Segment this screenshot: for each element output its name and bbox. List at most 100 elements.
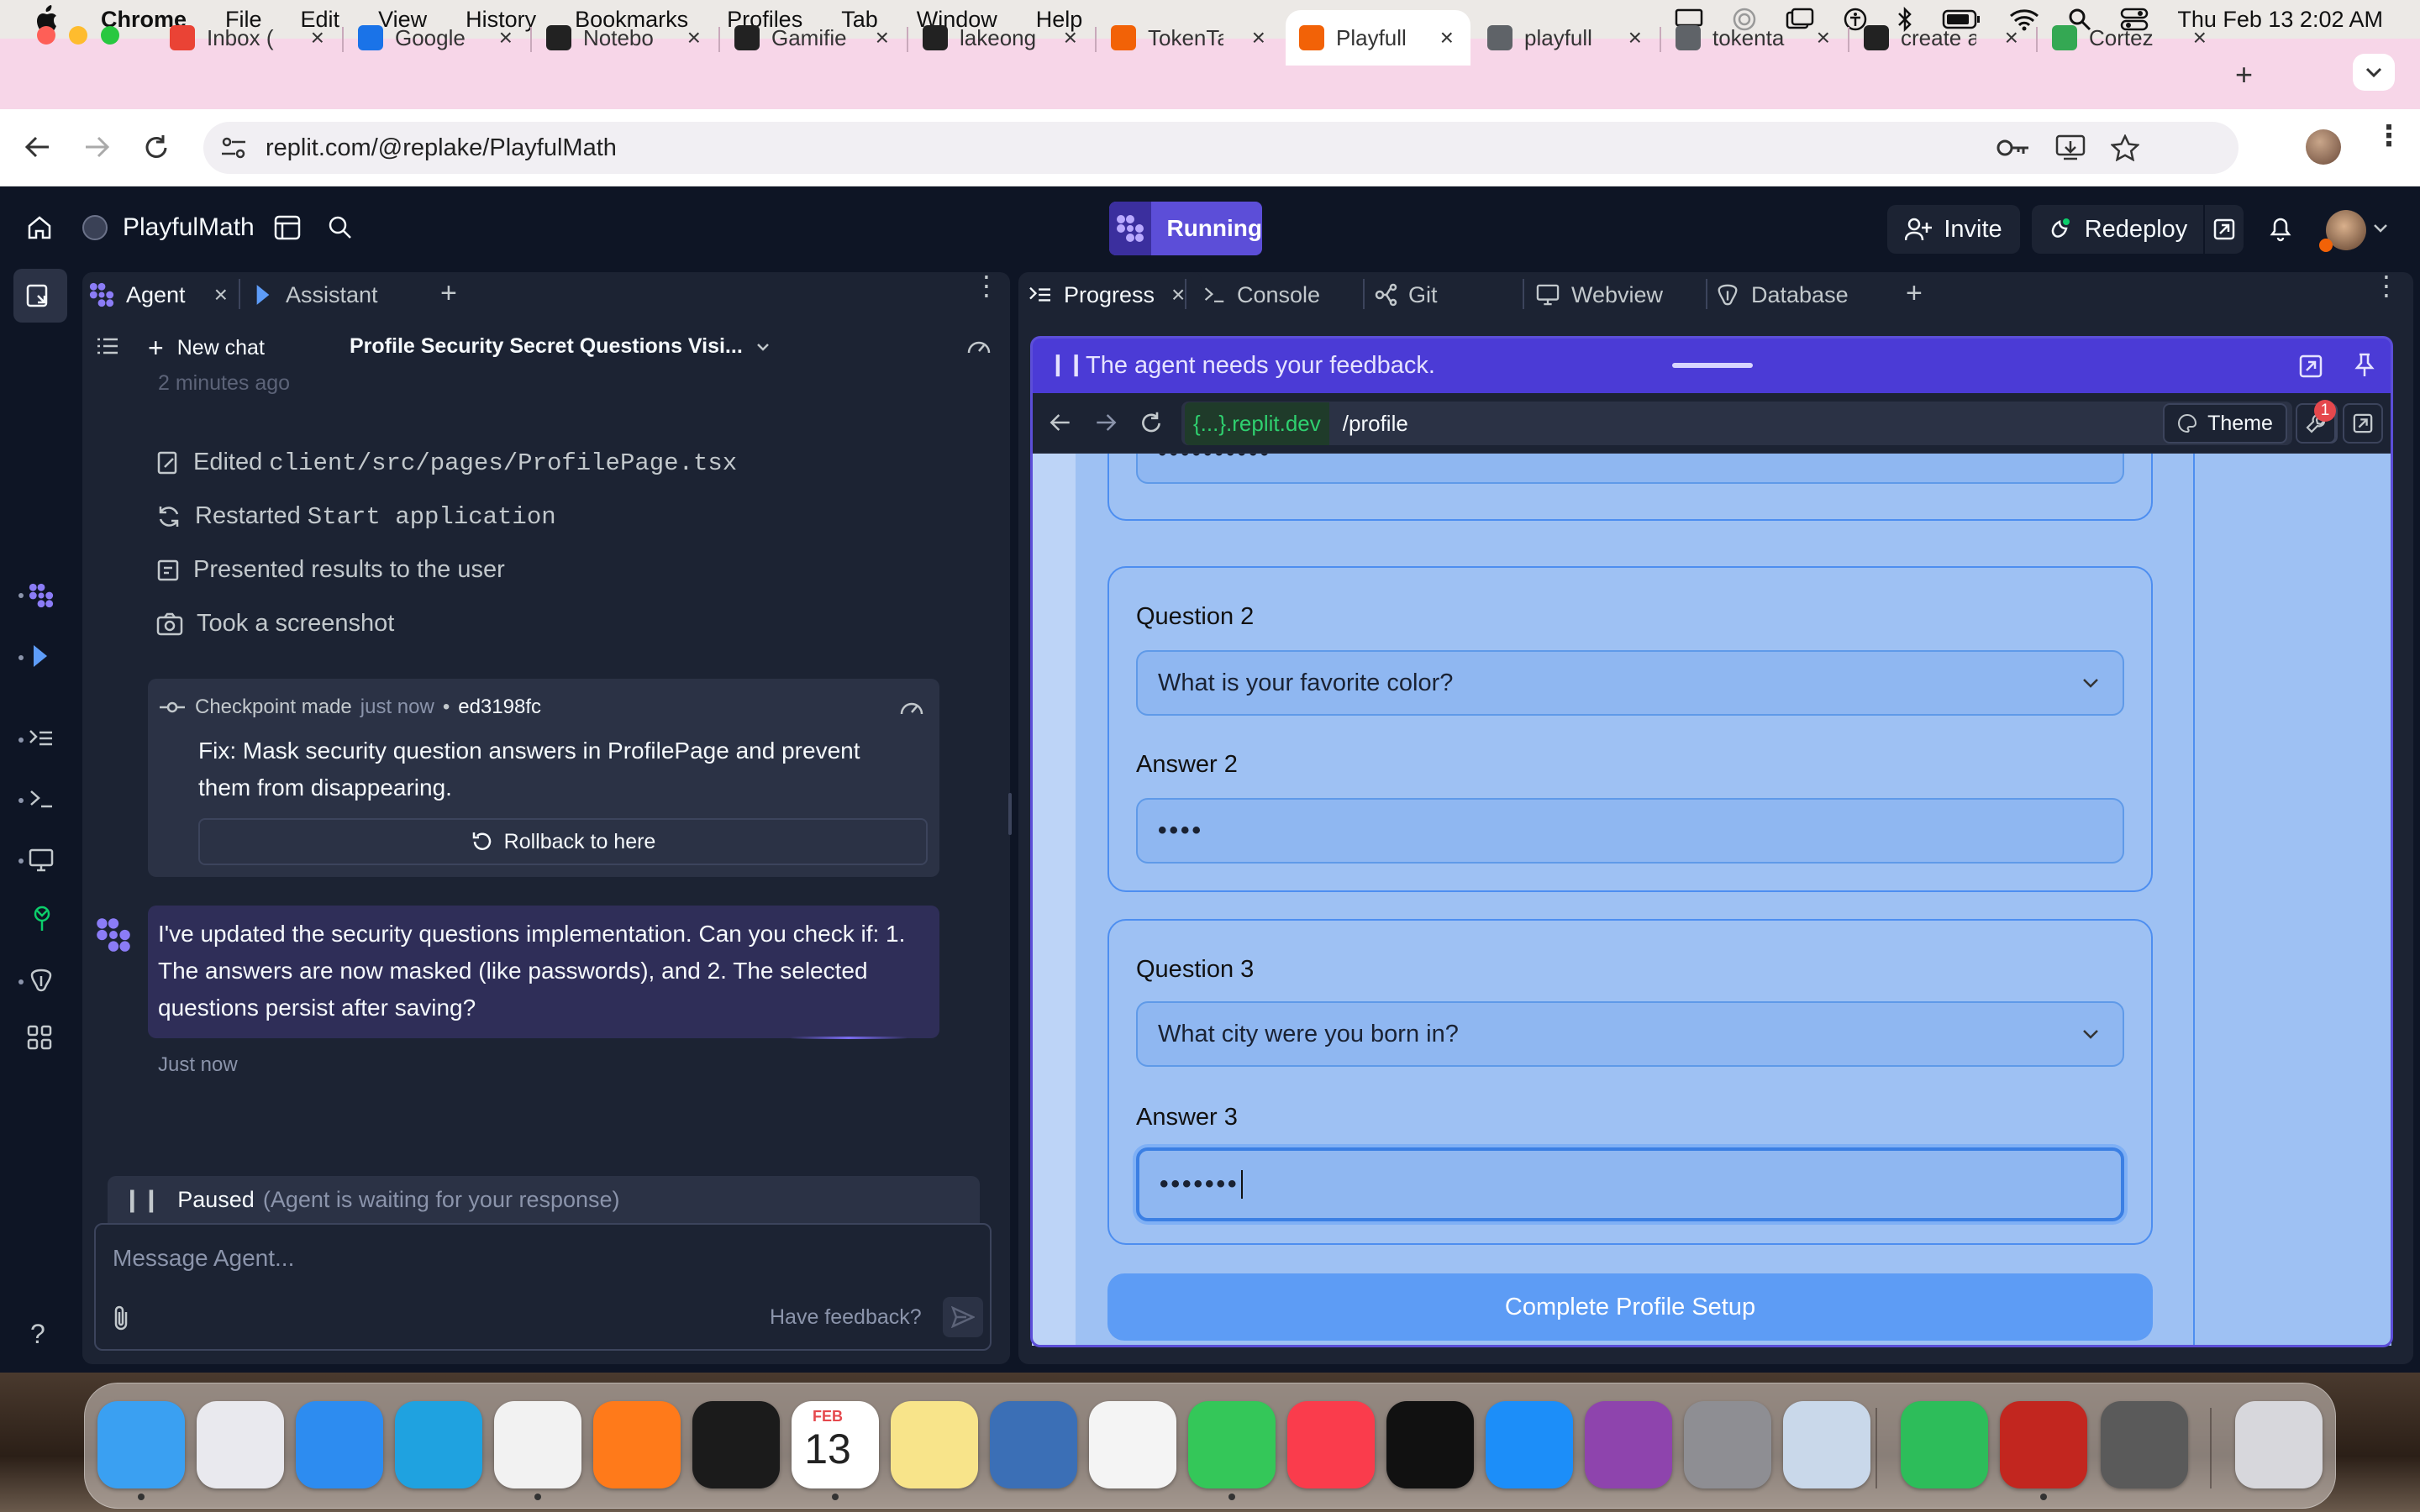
chat-title-dropdown[interactable]: Profile Security Secret Questions Visi..… <box>350 334 770 359</box>
dock-app-notes-icon[interactable] <box>891 1401 978 1488</box>
git-tool-icon[interactable] <box>30 906 54 932</box>
chevron-down-icon[interactable] <box>2373 223 2388 234</box>
pane-menu-icon[interactable]: ⋮ <box>2373 272 2400 299</box>
all-tools-grid-icon[interactable] <box>27 1025 52 1050</box>
close-tab-icon[interactable]: × <box>1628 24 1659 51</box>
reload-icon[interactable] <box>143 133 170 161</box>
dock-app-edge-icon[interactable] <box>395 1401 482 1488</box>
open-new-tab-button[interactable] <box>2343 403 2383 444</box>
tab-progress[interactable]: Progress × <box>1028 279 1185 311</box>
webview-url-bar[interactable]: {...}.replit.dev /profile <box>1181 402 2292 445</box>
tab-assistant[interactable]: Assistant <box>254 279 378 311</box>
browser-tab[interactable]: playfull × <box>1474 10 1659 66</box>
tab-console[interactable]: Console <box>1203 279 1320 311</box>
pane-menu-icon[interactable]: ⋮ <box>973 272 1000 299</box>
dock-app-firefox-icon[interactable] <box>593 1401 681 1488</box>
attach-paperclip-icon[interactable] <box>111 1304 131 1332</box>
theme-button[interactable]: Theme <box>2163 403 2287 444</box>
minimize-window-icon[interactable] <box>69 26 87 45</box>
reload-icon[interactable] <box>1139 410 1163 435</box>
browser-tab[interactable]: Gamifie × <box>721 10 906 66</box>
webview-page[interactable]: •••••••••• Question 2 What is your favor… <box>1032 454 2391 1346</box>
question-2-select[interactable]: What is your favorite color? <box>1136 650 2124 716</box>
sidebar-panel-icon[interactable] <box>274 215 301 240</box>
close-tab-icon[interactable]: × <box>876 24 906 51</box>
send-button[interactable] <box>943 1297 983 1337</box>
complete-profile-button[interactable]: Complete Profile Setup <box>1107 1273 2153 1341</box>
close-tab-icon[interactable]: × <box>1817 24 1847 51</box>
dock-app-system-settings-icon[interactable] <box>1684 1401 1771 1488</box>
message-composer[interactable]: Message Agent... Have feedback? <box>94 1223 992 1351</box>
browser-tab[interactable]: create a × <box>1850 10 2035 66</box>
dock-app-numbers-icon[interactable] <box>1901 1401 1988 1488</box>
action-edited[interactable]: Edited client/src/pages/ProfilePage.tsx <box>156 449 737 477</box>
back-icon[interactable] <box>24 134 52 160</box>
dock-app-apple-tv-icon[interactable] <box>1386 1401 1474 1488</box>
pin-icon[interactable] <box>2354 353 2375 378</box>
address-bar[interactable]: replit.com/@replake/PlayfulMath <box>203 122 2238 174</box>
files-tool-button[interactable] <box>13 269 67 323</box>
dock-app-app-store-icon[interactable] <box>1486 1401 1573 1488</box>
browser-tab[interactable]: Notebo × <box>533 10 718 66</box>
dock-app-finder-icon[interactable] <box>97 1401 185 1488</box>
browser-tab[interactable]: Inbox (× <box>156 10 341 66</box>
url-text[interactable]: replit.com/@replake/PlayfulMath <box>266 134 617 162</box>
close-tab-icon[interactable]: × <box>1252 24 1282 51</box>
dock-app-photos-icon[interactable] <box>1089 1401 1176 1488</box>
close-tab-icon[interactable]: × <box>499 24 529 51</box>
message-input[interactable]: Message Agent... <box>113 1245 294 1272</box>
profile-avatar[interactable] <box>2306 129 2341 165</box>
browser-tab[interactable]: Cortez × <box>2039 10 2223 66</box>
dock-app-chrome-icon[interactable] <box>494 1401 581 1488</box>
dock-app-image-capture-icon[interactable] <box>2101 1401 2188 1488</box>
question-3-select[interactable]: What city were you born in? <box>1136 1001 2124 1067</box>
forward-icon[interactable] <box>82 134 111 160</box>
dock-app-messages-icon[interactable] <box>1188 1401 1276 1488</box>
home-icon[interactable] <box>27 215 52 240</box>
answer-2-input[interactable]: •••• <box>1136 798 2124 864</box>
deploy-open-button[interactable] <box>2205 205 2244 254</box>
close-window-icon[interactable] <box>37 26 55 45</box>
dock-app-music-icon[interactable] <box>1287 1401 1375 1488</box>
close-tab-icon[interactable]: × <box>2005 24 2035 51</box>
close-icon[interactable]: × <box>214 281 228 308</box>
tab-git[interactable]: Git <box>1375 279 1438 311</box>
dock-app-trash-icon[interactable] <box>2235 1401 2323 1488</box>
back-icon[interactable] <box>1049 412 1072 433</box>
answer-3-input[interactable]: ••••••• <box>1136 1147 2124 1221</box>
add-tab-icon[interactable]: + <box>1906 277 1923 310</box>
dock-app-screenshot-icon[interactable] <box>692 1401 780 1488</box>
dock-app-launchpad-icon[interactable] <box>197 1401 284 1488</box>
tab-webview[interactable]: Webview <box>1536 279 1663 311</box>
password-key-icon[interactable] <box>1996 138 2030 158</box>
dock-app-cortex-icon[interactable] <box>990 1401 1077 1488</box>
dock-app-podcasts-icon[interactable] <box>1585 1401 1672 1488</box>
action-restarted[interactable]: Restarted Start application <box>156 502 556 531</box>
usage-gauge-icon[interactable] <box>966 336 992 356</box>
invite-button[interactable]: Invite <box>1887 205 2020 254</box>
close-tab-icon[interactable]: × <box>1440 24 1470 51</box>
expand-icon[interactable] <box>2299 354 2323 378</box>
bookmark-star-icon[interactable] <box>2111 134 2139 161</box>
rollback-button[interactable]: Rollback to here <box>198 818 928 865</box>
new-chat-button[interactable]: + New chat <box>148 333 265 364</box>
assistant-tool-icon[interactable] <box>30 643 50 669</box>
site-settings-icon[interactable] <box>220 136 247 160</box>
close-icon[interactable]: × <box>1171 281 1185 308</box>
add-tab-icon[interactable]: + <box>440 277 457 310</box>
dock-app-safari-icon[interactable] <box>296 1401 383 1488</box>
close-tab-icon[interactable]: × <box>2193 24 2223 51</box>
project-name[interactable]: PlayfulMath <box>123 213 255 242</box>
chrome-menu-icon[interactable]: ⋮ <box>2375 122 2403 150</box>
pane-resize-handle[interactable] <box>1008 793 1012 835</box>
action-screenshot[interactable]: Took a screenshot <box>156 610 394 638</box>
browser-tab[interactable]: lakeong × <box>909 10 1094 66</box>
chat-history-icon[interactable] <box>96 336 119 356</box>
usage-gauge-icon[interactable] <box>899 697 924 717</box>
search-icon[interactable] <box>328 215 353 240</box>
database-tool-icon[interactable] <box>29 968 54 993</box>
redeploy-button[interactable]: Redeploy <box>2032 205 2203 254</box>
new-tab-icon[interactable]: + <box>2235 57 2253 92</box>
checkpoint-hash[interactable]: ed3198fc <box>458 696 541 719</box>
dock-app-acrobat-icon[interactable] <box>2000 1401 2087 1488</box>
